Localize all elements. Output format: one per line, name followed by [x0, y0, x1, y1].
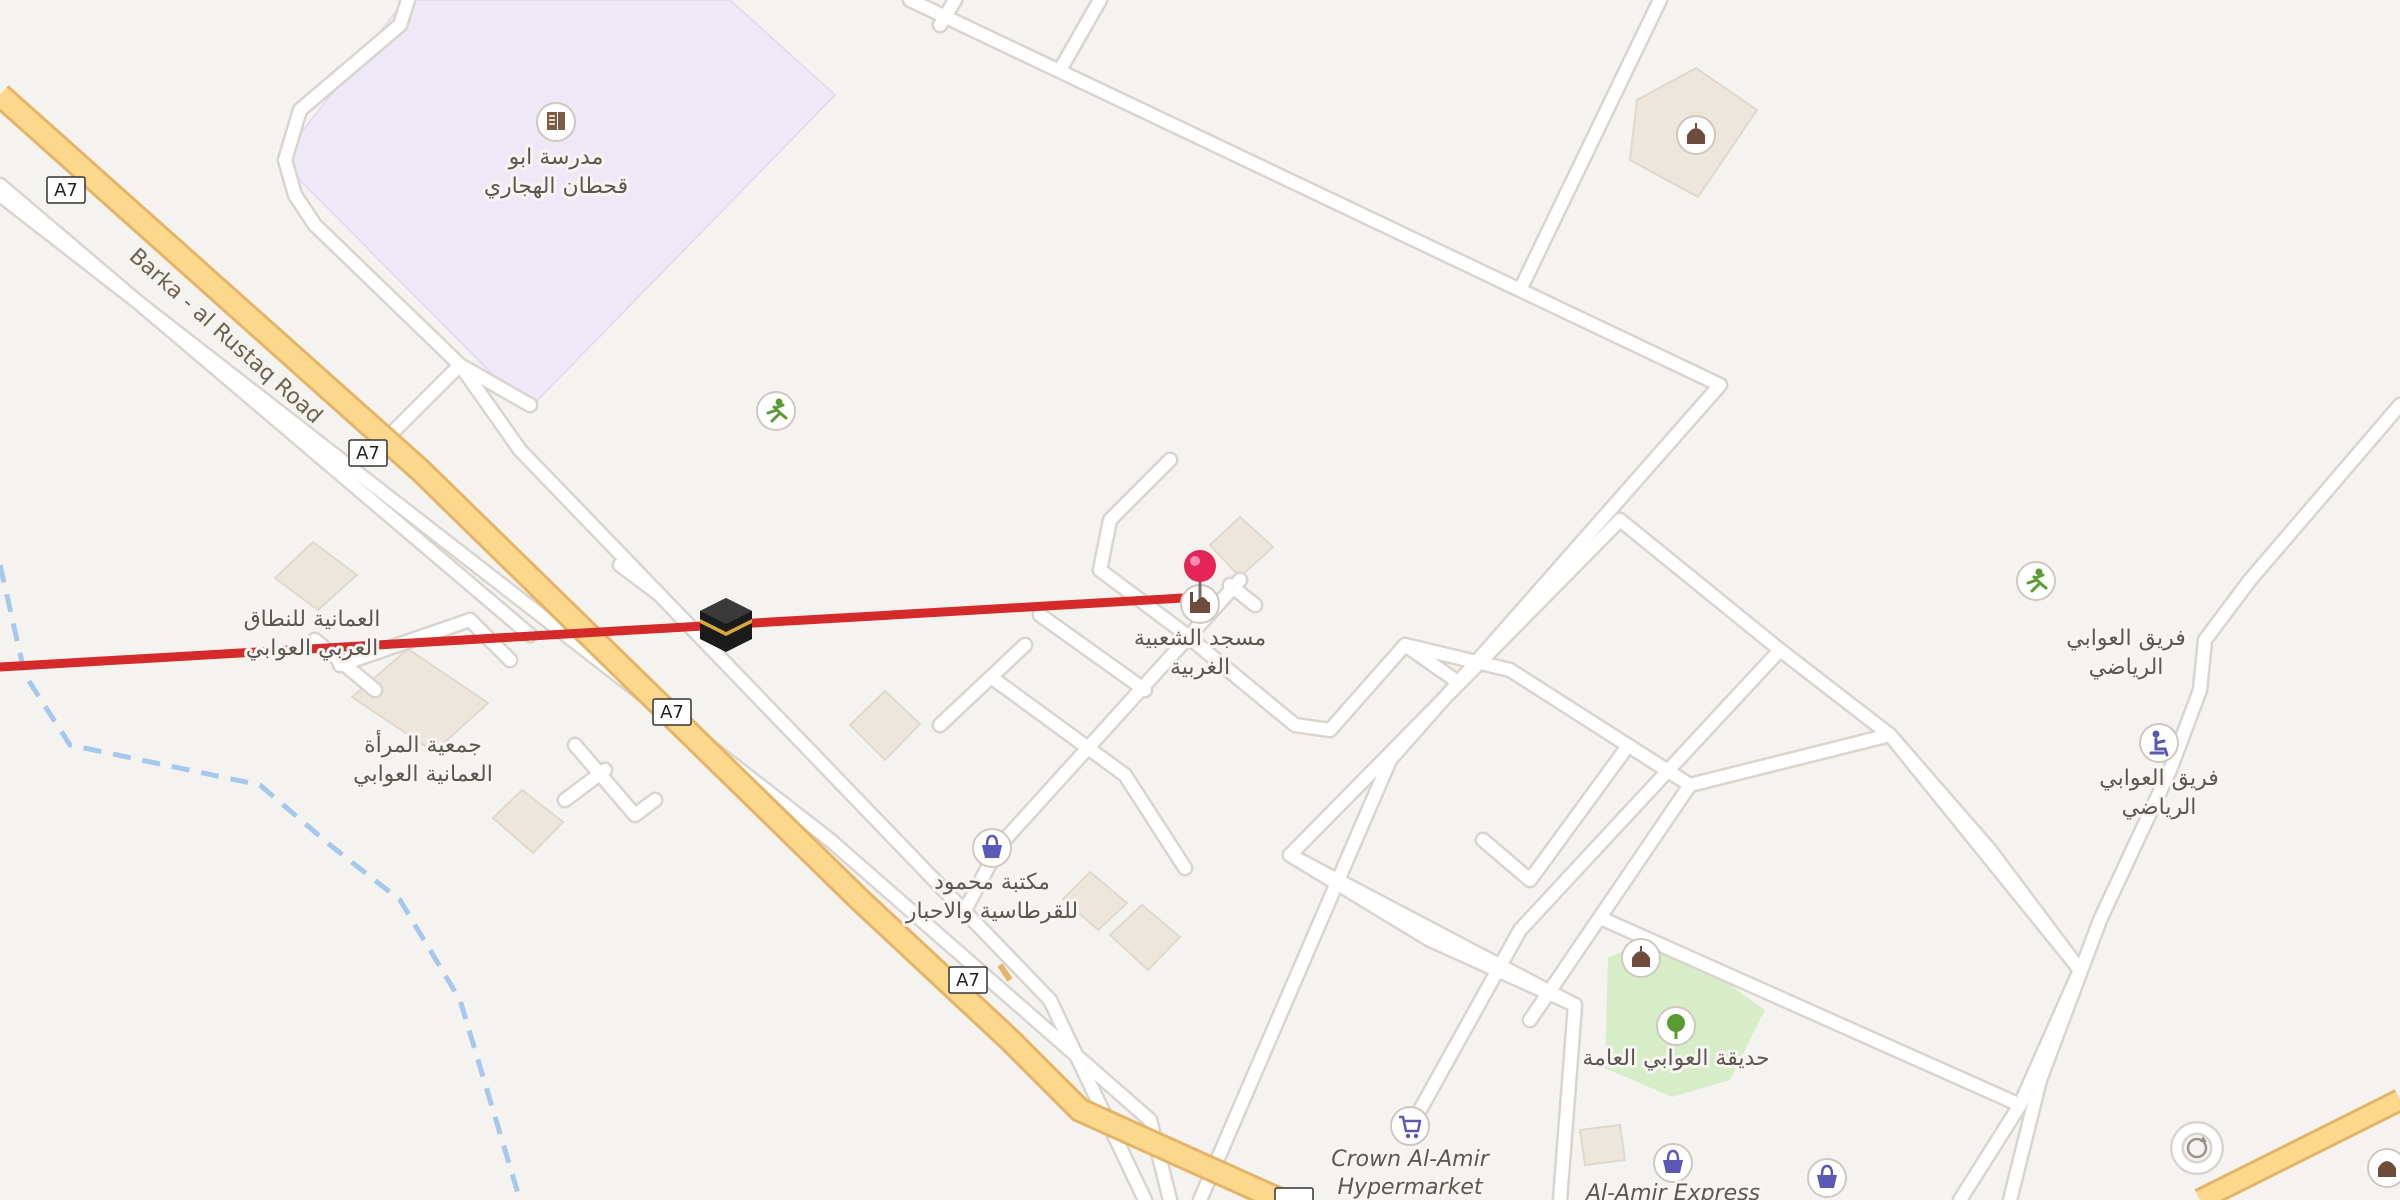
- label-al-amir-express: Al-Amir Express: [1581, 1178, 1763, 1200]
- mosque-icon[interactable]: [1621, 938, 1661, 978]
- svg-text:الرياضي: الرياضي: [2122, 795, 2197, 820]
- park-tree-icon[interactable]: [1656, 1006, 1696, 1046]
- route-shield: A7: [652, 698, 692, 726]
- mosque-icon[interactable]: [1676, 115, 1716, 155]
- svg-text:جمعية المرأة: جمعية المرأة: [364, 730, 482, 758]
- route-shield: [1274, 1187, 1314, 1200]
- svg-text:Crown Al-Amir: Crown Al-Amir: [1331, 1147, 1490, 1172]
- svg-text:مدرسة ابو: مدرسة ابو: [508, 145, 604, 170]
- svg-text:فريق العوابي: فريق العوابي: [2099, 766, 2219, 791]
- mosque-icon[interactable]: [2367, 1148, 2400, 1188]
- shop-icon[interactable]: [1807, 1158, 1847, 1198]
- svg-text:مكتبة محمود: مكتبة محمود: [934, 870, 1050, 895]
- sports-club-icon[interactable]: [2139, 723, 2179, 763]
- supermarket-icon[interactable]: [1390, 1106, 1430, 1146]
- svg-text:A7: A7: [660, 702, 684, 723]
- svg-text:فريق العوابي: فريق العوابي: [2066, 626, 2186, 651]
- svg-text:A7: A7: [54, 180, 78, 201]
- route-shield: A7: [948, 966, 988, 994]
- svg-text:العمانية للنطاق: العمانية للنطاق: [244, 607, 381, 632]
- svg-text:للقرطاسية والاحبار: للقرطاسية والاحبار: [905, 899, 1078, 924]
- svg-text:A7: A7: [356, 443, 380, 464]
- shop-icon[interactable]: [1653, 1143, 1693, 1183]
- svg-text:A7: A7: [956, 970, 980, 991]
- route-shield: A7: [348, 439, 388, 467]
- label-park: حديقة العوابي العامة: [1579, 1043, 1772, 1074]
- sports-centre-icon[interactable]: [2016, 561, 2056, 601]
- shop-icon[interactable]: [972, 828, 1012, 868]
- svg-text:مسجد الشعبية: مسجد الشعبية: [1134, 626, 1266, 651]
- map-canvas[interactable]: Barka - al Rustaq Road A7 A7 A7 A7 مدرسة…: [0, 0, 2400, 1200]
- svg-text:العربي العوابي: العربي العوابي: [246, 636, 378, 661]
- svg-text:حديقة العوابي العامة: حديقة العوابي العامة: [1582, 1046, 1769, 1071]
- svg-text:العمانية العوابي: العمانية العوابي: [353, 762, 493, 787]
- svg-text:الرياضي: الرياضي: [2089, 655, 2164, 680]
- school-icon[interactable]: [536, 102, 576, 142]
- route-shield: A7: [46, 176, 86, 204]
- svg-text:Hypermarket: Hypermarket: [1338, 1175, 1484, 1200]
- svg-text:Al-Amir Express: Al-Amir Express: [1584, 1181, 1760, 1200]
- sports-centre-icon[interactable]: [756, 391, 796, 431]
- svg-text:قحطان الهجاري: قحطان الهجاري: [484, 174, 628, 199]
- svg-text:الغربية: الغربية: [1170, 655, 1230, 680]
